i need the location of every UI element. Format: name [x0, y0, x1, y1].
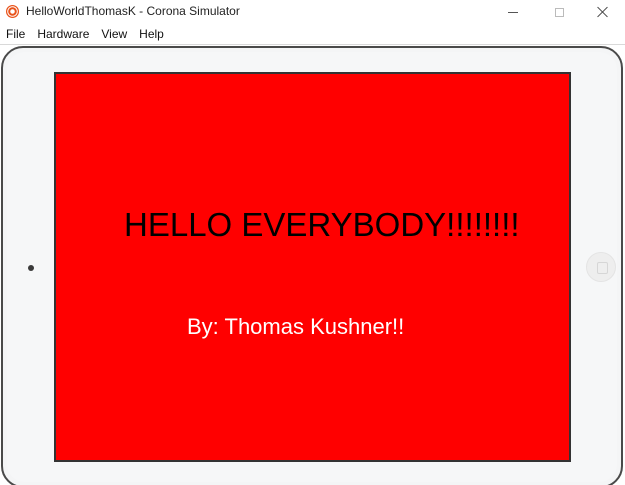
camera-icon — [28, 265, 34, 271]
minimize-button[interactable] — [490, 0, 536, 24]
close-icon — [597, 6, 609, 18]
headline-text: HELLO EVERYBODY!!!!!!!! — [124, 206, 520, 243]
corona-app-icon — [6, 5, 19, 18]
maximize-icon — [554, 7, 564, 17]
simulator-window: HelloWorldThomasK - Corona Simulator Fil… — [0, 0, 625, 485]
close-button[interactable] — [580, 0, 625, 24]
home-button[interactable] — [586, 252, 616, 282]
menu-divider — [0, 44, 625, 45]
menu-help[interactable]: Help — [133, 24, 170, 44]
simulator-screen[interactable]: HELLO EVERYBODY!!!!!!!! By: Thomas Kushn… — [54, 72, 571, 462]
minimize-icon — [508, 11, 518, 13]
title-bar[interactable]: HelloWorldThomasK - Corona Simulator — [0, 0, 625, 24]
byline-text: By: Thomas Kushner!! — [187, 314, 405, 339]
menu-file[interactable]: File — [0, 24, 31, 44]
menu-hardware[interactable]: Hardware — [31, 24, 95, 44]
menu-bar: File Hardware View Help — [0, 24, 625, 44]
window-title: HelloWorldThomasK - Corona Simulator — [26, 4, 240, 18]
menu-view[interactable]: View — [95, 24, 133, 44]
maximize-button[interactable] — [536, 0, 582, 24]
